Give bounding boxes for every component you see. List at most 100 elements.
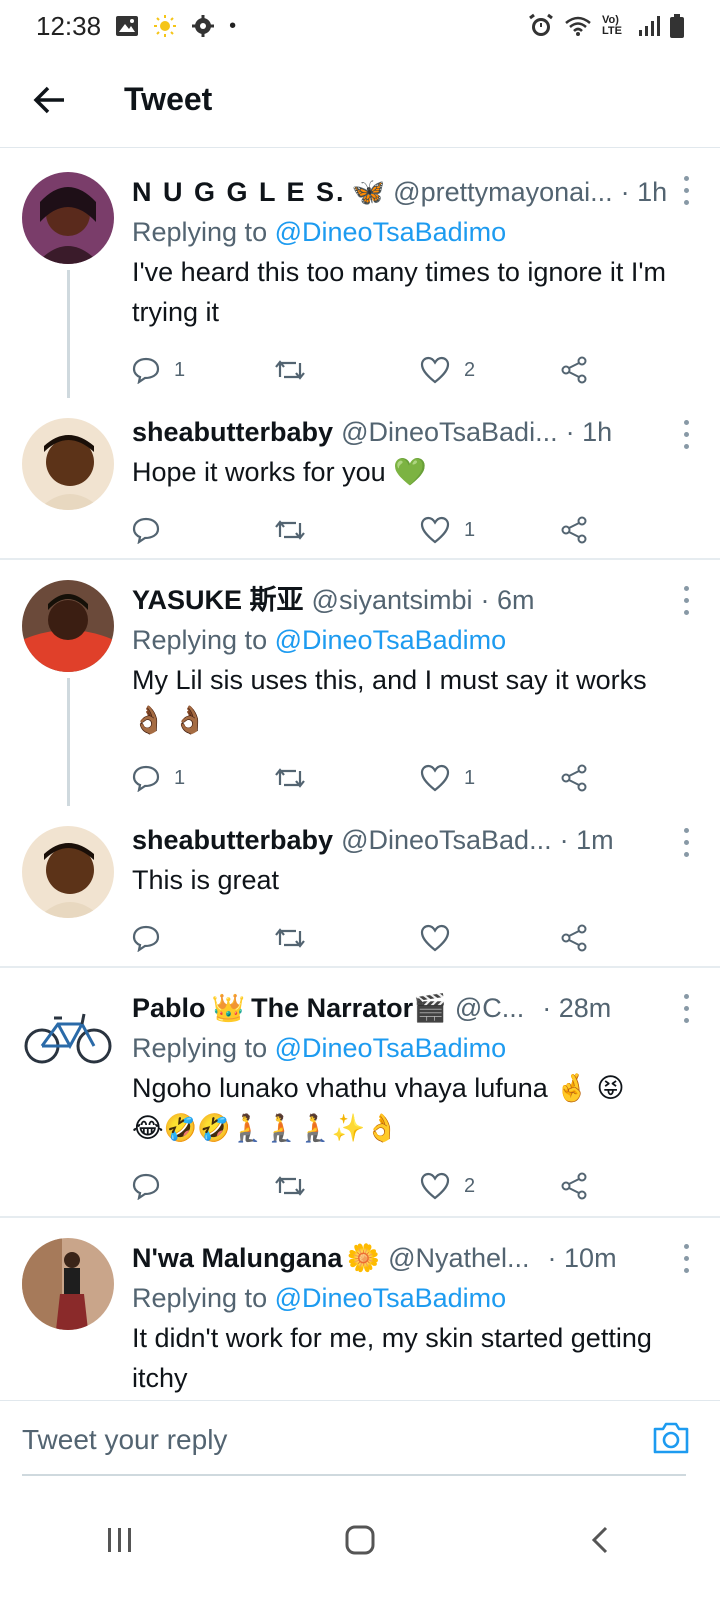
retweet-button[interactable]	[274, 1173, 420, 1199]
more-options-button[interactable]	[674, 172, 698, 208]
gallery-icon	[115, 15, 139, 37]
avatar[interactable]	[22, 418, 114, 510]
share-icon	[561, 356, 587, 384]
display-name[interactable]: YASUKE 斯亚	[132, 580, 304, 620]
reply-button[interactable]: 1	[132, 764, 274, 792]
avatar[interactable]	[22, 172, 114, 264]
share-icon	[561, 924, 587, 952]
mention-link[interactable]: @DineoTsaBadimo	[275, 1033, 507, 1063]
like-button[interactable]: 1	[420, 764, 560, 792]
like-button[interactable]: 2	[420, 1172, 560, 1200]
mention-link[interactable]: @DineoTsaBadimo	[275, 217, 507, 247]
reply-button[interactable]	[132, 516, 274, 544]
reply-feed[interactable]: N U G G L E S. 🦋 @prettymayonai... · 1h …	[0, 150, 720, 1400]
like-count: 1	[464, 518, 476, 541]
avatar[interactable]	[22, 826, 114, 918]
user-handle[interactable]: @siyantsimbi	[312, 580, 473, 620]
display-name[interactable]: sheabutterbaby	[132, 820, 333, 860]
user-handle[interactable]: @prettymayonai...	[393, 172, 613, 212]
chevron-left-icon	[591, 1526, 608, 1554]
display-name[interactable]: sheabutterbaby	[132, 412, 333, 452]
comment-icon	[132, 357, 160, 384]
recent-apps-icon	[108, 1528, 131, 1552]
notification-dot: •	[229, 14, 237, 37]
share-button[interactable]	[560, 516, 588, 544]
tweet-actions: 1 1	[132, 748, 680, 808]
more-options-button[interactable]	[674, 416, 698, 452]
avatar[interactable]	[22, 1238, 114, 1330]
tweet-text-line2: 😂🤣🤣🧎🧎🧎✨👌	[132, 1113, 399, 1143]
display-name[interactable]: N U G G L E S.	[132, 172, 346, 212]
more-options-button[interactable]	[674, 824, 698, 860]
retweet-icon	[275, 768, 305, 788]
mention-link[interactable]: @DineoTsaBadimo	[275, 625, 507, 655]
tweet-actions: 2	[132, 1156, 680, 1216]
tweet-text: This is great	[132, 865, 280, 895]
reply-button[interactable]: 1	[132, 356, 274, 384]
more-options-button[interactable]	[674, 990, 698, 1026]
replying-to: Replying to @DineoTsaBadimo	[132, 1028, 680, 1068]
share-button[interactable]	[560, 356, 588, 384]
display-name[interactable]: Pablo	[132, 988, 206, 1028]
avatar[interactable]	[22, 580, 114, 672]
tweet-item[interactable]: sheabutterbaby @DineoTsaBad... · 1m This…	[0, 806, 720, 966]
camera-icon	[653, 1422, 689, 1454]
sun-icon	[153, 14, 177, 38]
back-button[interactable]	[20, 70, 80, 130]
share-button[interactable]	[560, 1172, 588, 1200]
tweet-item[interactable]: sheabutterbaby @DineoTsaBadi... · 1h Hop…	[0, 398, 720, 558]
user-handle[interactable]: @C...	[455, 988, 524, 1028]
battery-icon	[670, 14, 684, 38]
user-handle[interactable]: @Nyathel...	[388, 1238, 529, 1278]
name-suffix-emoji: 🎬	[413, 993, 447, 1023]
recent-apps-button[interactable]	[80, 1500, 160, 1580]
like-button[interactable]: 1	[420, 516, 560, 544]
retweet-icon	[275, 360, 305, 380]
avatar[interactable]	[22, 988, 114, 1080]
retweet-button[interactable]	[274, 765, 420, 791]
like-count: 1	[464, 766, 476, 789]
name-emoji: 🦋	[351, 177, 386, 207]
display-name-suffix[interactable]: The Narrator	[251, 988, 413, 1028]
tweet-item[interactable]: N U G G L E S. 🦋 @prettymayonai... · 1h …	[0, 150, 720, 398]
tweet-item[interactable]: N'wa Malungana 🌼 @Nyathel... · 10m Reply…	[0, 1218, 720, 1400]
name-emoji: 👑	[211, 993, 246, 1023]
home-icon	[345, 1525, 375, 1555]
comment-icon	[132, 517, 160, 544]
arrow-left-icon	[33, 86, 64, 113]
replying-prefix: Replying to	[132, 1033, 268, 1063]
reply-button[interactable]	[132, 1172, 274, 1200]
reply-input[interactable]	[0, 1404, 600, 1475]
network-label: Vo) LTE	[602, 14, 622, 37]
home-button[interactable]	[320, 1500, 400, 1580]
tweet-text: Hope it works for you	[132, 457, 386, 487]
heart-icon	[420, 924, 450, 952]
share-button[interactable]	[560, 764, 588, 792]
more-options-button[interactable]	[674, 1240, 698, 1276]
replying-prefix: Replying to	[132, 1283, 268, 1313]
like-count: 2	[464, 358, 476, 381]
tweet-text: My Lil sis uses this, and I must say it …	[132, 665, 647, 695]
user-handle[interactable]: @DineoTsaBadi...	[341, 412, 558, 452]
camera-button[interactable]	[652, 1421, 690, 1455]
like-button[interactable]: 2	[420, 356, 560, 384]
top-app-bar: Tweet	[0, 52, 720, 148]
like-count: 2	[464, 1174, 476, 1197]
reply-button[interactable]	[132, 924, 274, 952]
signal-icon	[638, 15, 660, 37]
like-button[interactable]	[420, 924, 560, 952]
share-button[interactable]	[560, 924, 588, 952]
tweet-item[interactable]: YASUKE 斯亚 @siyantsimbi · 6m Replying to …	[0, 560, 720, 806]
retweet-icon	[275, 520, 305, 540]
tweet-item[interactable]: Pablo 👑 The Narrator 🎬 @C... · 28m Reply…	[0, 968, 720, 1216]
user-handle[interactable]: @DineoTsaBad...	[341, 820, 552, 860]
mention-link[interactable]: @DineoTsaBadimo	[275, 1283, 507, 1313]
retweet-button[interactable]	[274, 357, 420, 383]
more-options-button[interactable]	[674, 582, 698, 618]
system-nav-bar	[0, 1480, 720, 1600]
retweet-button[interactable]	[274, 517, 420, 543]
system-back-button[interactable]	[560, 1500, 640, 1580]
retweet-button[interactable]	[274, 925, 420, 951]
replying-prefix: Replying to	[132, 625, 268, 655]
display-name[interactable]: N'wa Malungana	[132, 1238, 342, 1278]
